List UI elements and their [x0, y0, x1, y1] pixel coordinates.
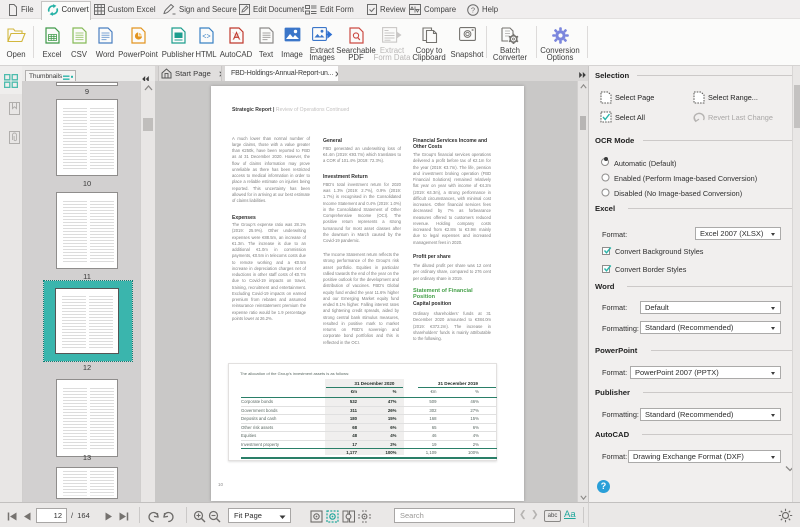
svg-text:<>: <> — [202, 34, 210, 42]
svg-text:?: ? — [471, 5, 475, 14]
